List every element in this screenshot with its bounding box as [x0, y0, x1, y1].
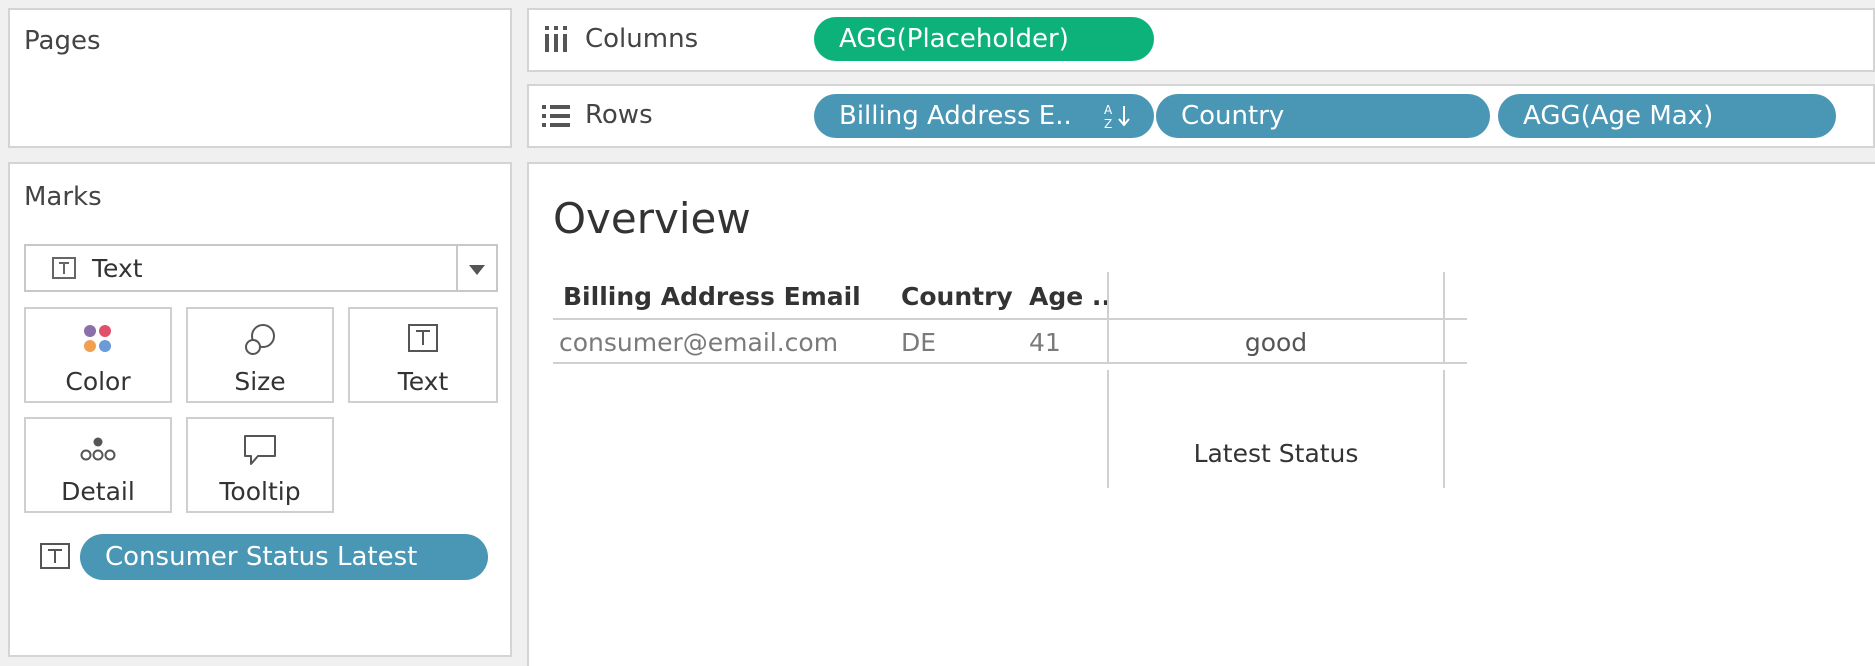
text-button[interactable]: Text — [348, 307, 498, 403]
svg-text:Z: Z — [1104, 117, 1112, 130]
rows-shelf[interactable]: Billing Address E.. A Z Country AGG(Age … — [810, 84, 1875, 148]
tooltip-button[interactable]: Tooltip — [186, 417, 334, 513]
columns-icon — [545, 26, 567, 52]
color-icon — [84, 325, 111, 352]
text-button-label: Text — [397, 367, 449, 396]
detail-button[interactable]: Detail — [24, 417, 172, 513]
size-button-label: Size — [234, 367, 286, 396]
marks-title: Marks — [24, 182, 102, 212]
tooltip-icon — [244, 435, 276, 465]
text-mark-icon — [52, 257, 76, 279]
pages-title: Pages — [24, 26, 101, 56]
sort-az-icon: A Z — [1104, 103, 1130, 130]
view-title: Overview — [553, 194, 751, 243]
dropdown-arrow-icon[interactable] — [469, 265, 485, 275]
cell-status[interactable]: good — [1109, 328, 1443, 357]
dropdown-divider — [456, 246, 458, 290]
rows-pill-billing-address-email[interactable]: Billing Address E.. A Z — [814, 94, 1154, 138]
text-icon — [408, 324, 438, 352]
cell-country[interactable]: DE — [901, 328, 936, 357]
rows-shelf-label: Rows — [527, 84, 812, 148]
size-icon — [245, 324, 275, 355]
consumer-status-latest-pill[interactable]: Consumer Status Latest — [80, 534, 488, 580]
latest-status-label: Latest Status — [1193, 439, 1359, 468]
rows-icon — [542, 105, 570, 127]
columns-shelf[interactable]: AGG(Placeholder) — [810, 8, 1875, 72]
cell-email[interactable]: consumer@email.com — [559, 328, 838, 357]
cell-age[interactable]: 41 — [1029, 328, 1061, 357]
text-encoding-icon — [40, 543, 70, 569]
view-canvas: Overview Billing Address Email Country A… — [527, 162, 1875, 666]
tooltip-button-label: Tooltip — [219, 477, 301, 506]
rows-pill-agg-age-max[interactable]: AGG(Age Max) — [1498, 94, 1836, 138]
pages-shelf[interactable]: Pages — [8, 8, 512, 148]
columns-shelf-label: Columns — [527, 8, 812, 72]
columns-label: Columns — [585, 24, 699, 54]
header-age[interactable]: Age .. — [1029, 282, 1111, 311]
rows-pill-country[interactable]: Country — [1156, 94, 1490, 138]
svg-text:A: A — [1104, 103, 1113, 117]
rows-label: Rows — [585, 100, 653, 130]
marks-card: Marks Text Color Size Text Detail Toolti… — [8, 162, 512, 657]
color-button[interactable]: Color — [24, 307, 172, 403]
mark-type-dropdown[interactable]: Text — [24, 244, 498, 292]
mark-type-value: Text — [92, 254, 143, 283]
columns-pill-agg-placeholder[interactable]: AGG(Placeholder) — [814, 17, 1154, 61]
detail-button-label: Detail — [61, 477, 135, 506]
header-country[interactable]: Country — [901, 282, 1013, 311]
status-column-separator — [1107, 364, 1445, 370]
size-button[interactable]: Size — [186, 307, 334, 403]
header-billing-address-email[interactable]: Billing Address Email — [563, 282, 861, 311]
detail-icon — [80, 437, 116, 461]
status-column-right-border — [1443, 272, 1445, 488]
color-button-label: Color — [65, 367, 131, 396]
rows-pill-billing-address-email-label: Billing Address E.. — [839, 101, 1072, 131]
header-divider — [553, 318, 1467, 320]
